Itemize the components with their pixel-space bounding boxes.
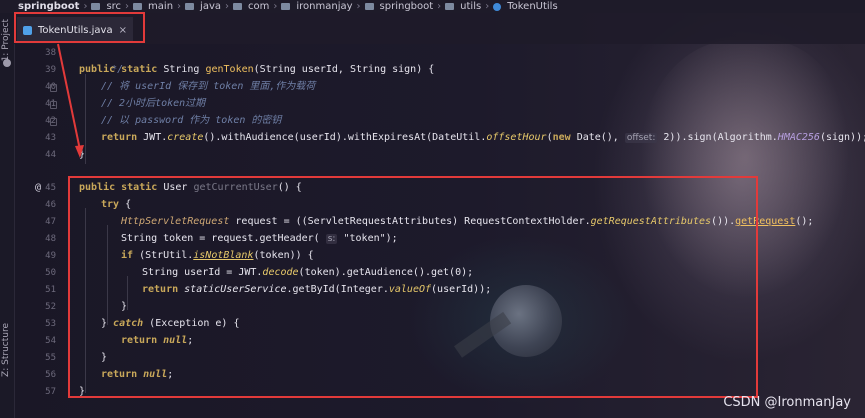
- watermark: CSDN @IronmanJay: [723, 395, 851, 410]
- annotation-arrow: [57, 43, 84, 158]
